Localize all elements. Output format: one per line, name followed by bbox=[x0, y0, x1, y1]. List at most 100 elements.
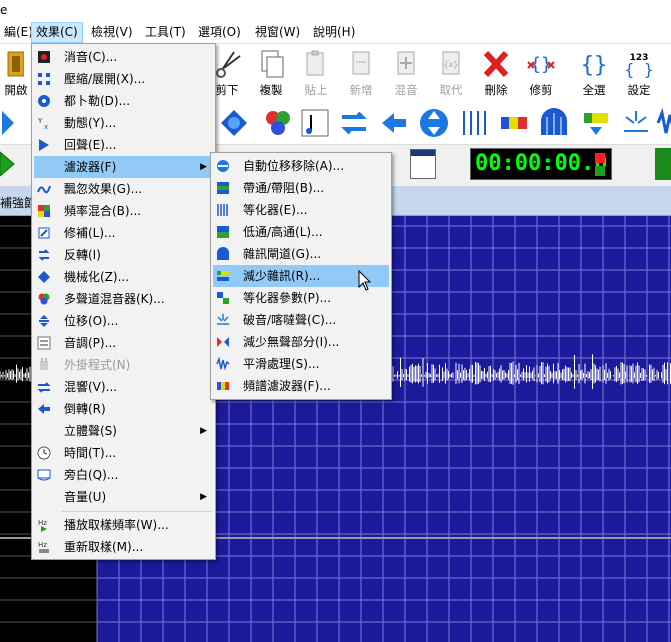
menu-view[interactable]: 檢視(V) bbox=[87, 22, 137, 43]
menu-item-repair[interactable]: 修補(L)... bbox=[34, 222, 213, 244]
smoothing-icon bbox=[216, 357, 230, 371]
menu-item-low-high-pass[interactable]: 低通/高通(L)... bbox=[213, 221, 389, 243]
menu-item-multitrack-mixer[interactable]: 多聲道混音器(K)... bbox=[34, 288, 213, 310]
echo-icon bbox=[39, 139, 49, 151]
hz-play-icon: Hz bbox=[38, 519, 47, 532]
noise-gate-icon[interactable] bbox=[538, 107, 570, 139]
menu-item-plugins[interactable]: 外掛程式(N) bbox=[34, 354, 213, 376]
reverb-icon[interactable] bbox=[338, 107, 370, 139]
menu-item-flanger[interactable]: 飄忽效果(G)... bbox=[34, 178, 213, 200]
repair-icon bbox=[38, 227, 50, 239]
blue-arrow-icon[interactable] bbox=[0, 107, 20, 139]
open-button[interactable]: 開啟 bbox=[0, 48, 30, 100]
pitch-icon[interactable] bbox=[299, 107, 331, 139]
replace-button[interactable]: {x} 取代 bbox=[430, 48, 472, 100]
svg-text:Hz: Hz bbox=[38, 541, 47, 549]
replace-icon: {x} bbox=[442, 51, 460, 75]
menu-item-click-pop[interactable]: 破音/喀噠聲(C)... bbox=[213, 309, 389, 331]
delete-button[interactable]: 刪除 bbox=[475, 48, 517, 100]
waveform-icon[interactable] bbox=[656, 107, 671, 139]
pitch-menu-icon bbox=[37, 336, 51, 350]
menu-item-mechanize[interactable]: 機械化(Z)... bbox=[34, 266, 213, 288]
menu-item-shift[interactable]: 位移(O)... bbox=[34, 310, 213, 332]
flanger-icon bbox=[37, 185, 51, 194]
select-all-button[interactable]: {} 全選 bbox=[573, 48, 615, 100]
menu-item-equalizer[interactable]: 等化器(E)... bbox=[213, 199, 389, 221]
menu-item-time[interactable]: 時間(T)... bbox=[34, 442, 213, 464]
mix-button[interactable]: 混音 bbox=[385, 48, 427, 100]
menu-item-volume[interactable]: 音量(U) ▶ bbox=[34, 486, 213, 508]
low-high-pass-icon bbox=[217, 226, 229, 238]
menu-effects[interactable]: 效果(C) bbox=[31, 22, 83, 43]
mechanize-icon[interactable] bbox=[218, 107, 250, 139]
window-title: e bbox=[0, 3, 8, 17]
invert-icon bbox=[38, 249, 50, 261]
record-indicator-icon bbox=[595, 153, 605, 163]
menu-item-filter[interactable]: 濾波器(F) ▶ bbox=[34, 156, 213, 178]
delete-icon bbox=[483, 50, 509, 78]
menu-item-reduce-silence[interactable]: 減少無聲部分(I)... bbox=[213, 331, 389, 353]
time-display: 00:00:00.0 bbox=[470, 148, 612, 180]
menu-item-reverse[interactable]: 倒轉(R) bbox=[34, 398, 213, 420]
menu-item-dynamics[interactable]: Yx 動態(Y)... bbox=[34, 112, 213, 134]
title-bar: e bbox=[0, 0, 671, 22]
filter-icon bbox=[38, 164, 50, 170]
voiceover-icon bbox=[37, 469, 51, 481]
menu-item-echo[interactable]: 回聲(E)... bbox=[34, 134, 213, 156]
menu-item-playback-rate[interactable]: Hz 播放取樣頻率(W)... bbox=[34, 514, 213, 536]
menu-item-smoothing[interactable]: 平滑處理(S)... bbox=[213, 353, 389, 375]
menu-item-band-pass[interactable]: 帶通/帶阻(B)... bbox=[213, 177, 389, 199]
noise-gate-menu-icon bbox=[217, 247, 229, 260]
mixer-icon bbox=[38, 293, 50, 305]
menu-window[interactable]: 視窗(W) bbox=[251, 22, 304, 43]
new-button[interactable]: 新增 bbox=[340, 48, 382, 100]
menu-item-mute[interactable]: 消音(C)... bbox=[34, 46, 213, 68]
play-icon[interactable] bbox=[0, 148, 16, 180]
shift-menu-icon bbox=[39, 315, 49, 327]
mute-icon bbox=[38, 51, 50, 63]
menu-item-doppler[interactable]: 都卜勒(D)... bbox=[34, 90, 213, 112]
menu-tools[interactable]: 工具(T) bbox=[141, 22, 190, 43]
menu-item-compress-expand[interactable]: 壓縮/展開(X)... bbox=[34, 68, 213, 90]
menu-item-stereo[interactable]: 立體聲(S) ▶ bbox=[34, 420, 213, 442]
menu-options[interactable]: 選項(O) bbox=[194, 22, 245, 43]
menu-item-noise-gate[interactable]: 雜訊閘道(G)... bbox=[213, 243, 389, 265]
equalizer-icon[interactable] bbox=[458, 107, 490, 139]
menu-item-reverb[interactable]: 混響(V)... bbox=[34, 376, 213, 398]
menu-item-spectral-filter[interactable]: 頻譜濾波器(F)... bbox=[213, 375, 389, 397]
multitrack-mixer-icon[interactable] bbox=[262, 107, 294, 139]
menu-separator bbox=[62, 511, 212, 512]
copy-button[interactable]: 複製 bbox=[250, 48, 292, 100]
menu-help[interactable]: 說明(H) bbox=[309, 22, 359, 43]
menu-item-frequency-mix[interactable]: 頻率混合(B)... bbox=[34, 200, 213, 222]
select-all-icon: {} bbox=[581, 53, 608, 78]
menu-item-voiceover[interactable]: 旁白(Q)... bbox=[34, 464, 213, 486]
menu-item-resample[interactable]: Hz 重新取樣(M)... bbox=[34, 536, 213, 558]
paste-icon bbox=[306, 50, 324, 76]
spectral-filter-icon[interactable] bbox=[580, 107, 612, 139]
svg-text:x: x bbox=[44, 123, 48, 130]
menu-item-invert[interactable]: 反轉(I) bbox=[34, 244, 213, 266]
mechanize-menu-icon bbox=[38, 271, 50, 283]
dynamics-icon: Yx bbox=[37, 117, 48, 130]
new-document-icon bbox=[352, 51, 370, 75]
trim-button[interactable]: {} 修剪 bbox=[520, 48, 562, 100]
shift-icon[interactable] bbox=[418, 107, 450, 139]
time-readout: 00:00:00.0 bbox=[475, 151, 608, 176]
svg-text:Y: Y bbox=[37, 117, 43, 125]
menu-item-auto-dc-offset[interactable]: 自動位移移除(A)... bbox=[213, 155, 389, 177]
equalizer-menu-icon bbox=[217, 204, 228, 216]
copy-icon bbox=[261, 50, 284, 78]
view-window-icon[interactable] bbox=[410, 149, 436, 179]
reverse-icon[interactable] bbox=[378, 107, 410, 139]
reverb-menu-icon bbox=[37, 382, 51, 393]
doppler-icon bbox=[38, 95, 50, 107]
spectrum-icon[interactable] bbox=[498, 107, 530, 139]
svg-text:{x}: {x} bbox=[444, 60, 459, 69]
settings-button[interactable]: 123 { } 設定 bbox=[618, 48, 660, 100]
menu-item-pitch[interactable]: 音調(P)... bbox=[34, 332, 213, 354]
paste-button[interactable]: 貼上 bbox=[295, 48, 337, 100]
submenu-arrow-icon: ▶ bbox=[200, 492, 207, 502]
click-pop-icon[interactable] bbox=[620, 107, 652, 139]
effects-menu: 消音(C)... 壓縮/展開(X)... 都卜勒(D)... Yx 動態(Y).… bbox=[31, 43, 216, 560]
